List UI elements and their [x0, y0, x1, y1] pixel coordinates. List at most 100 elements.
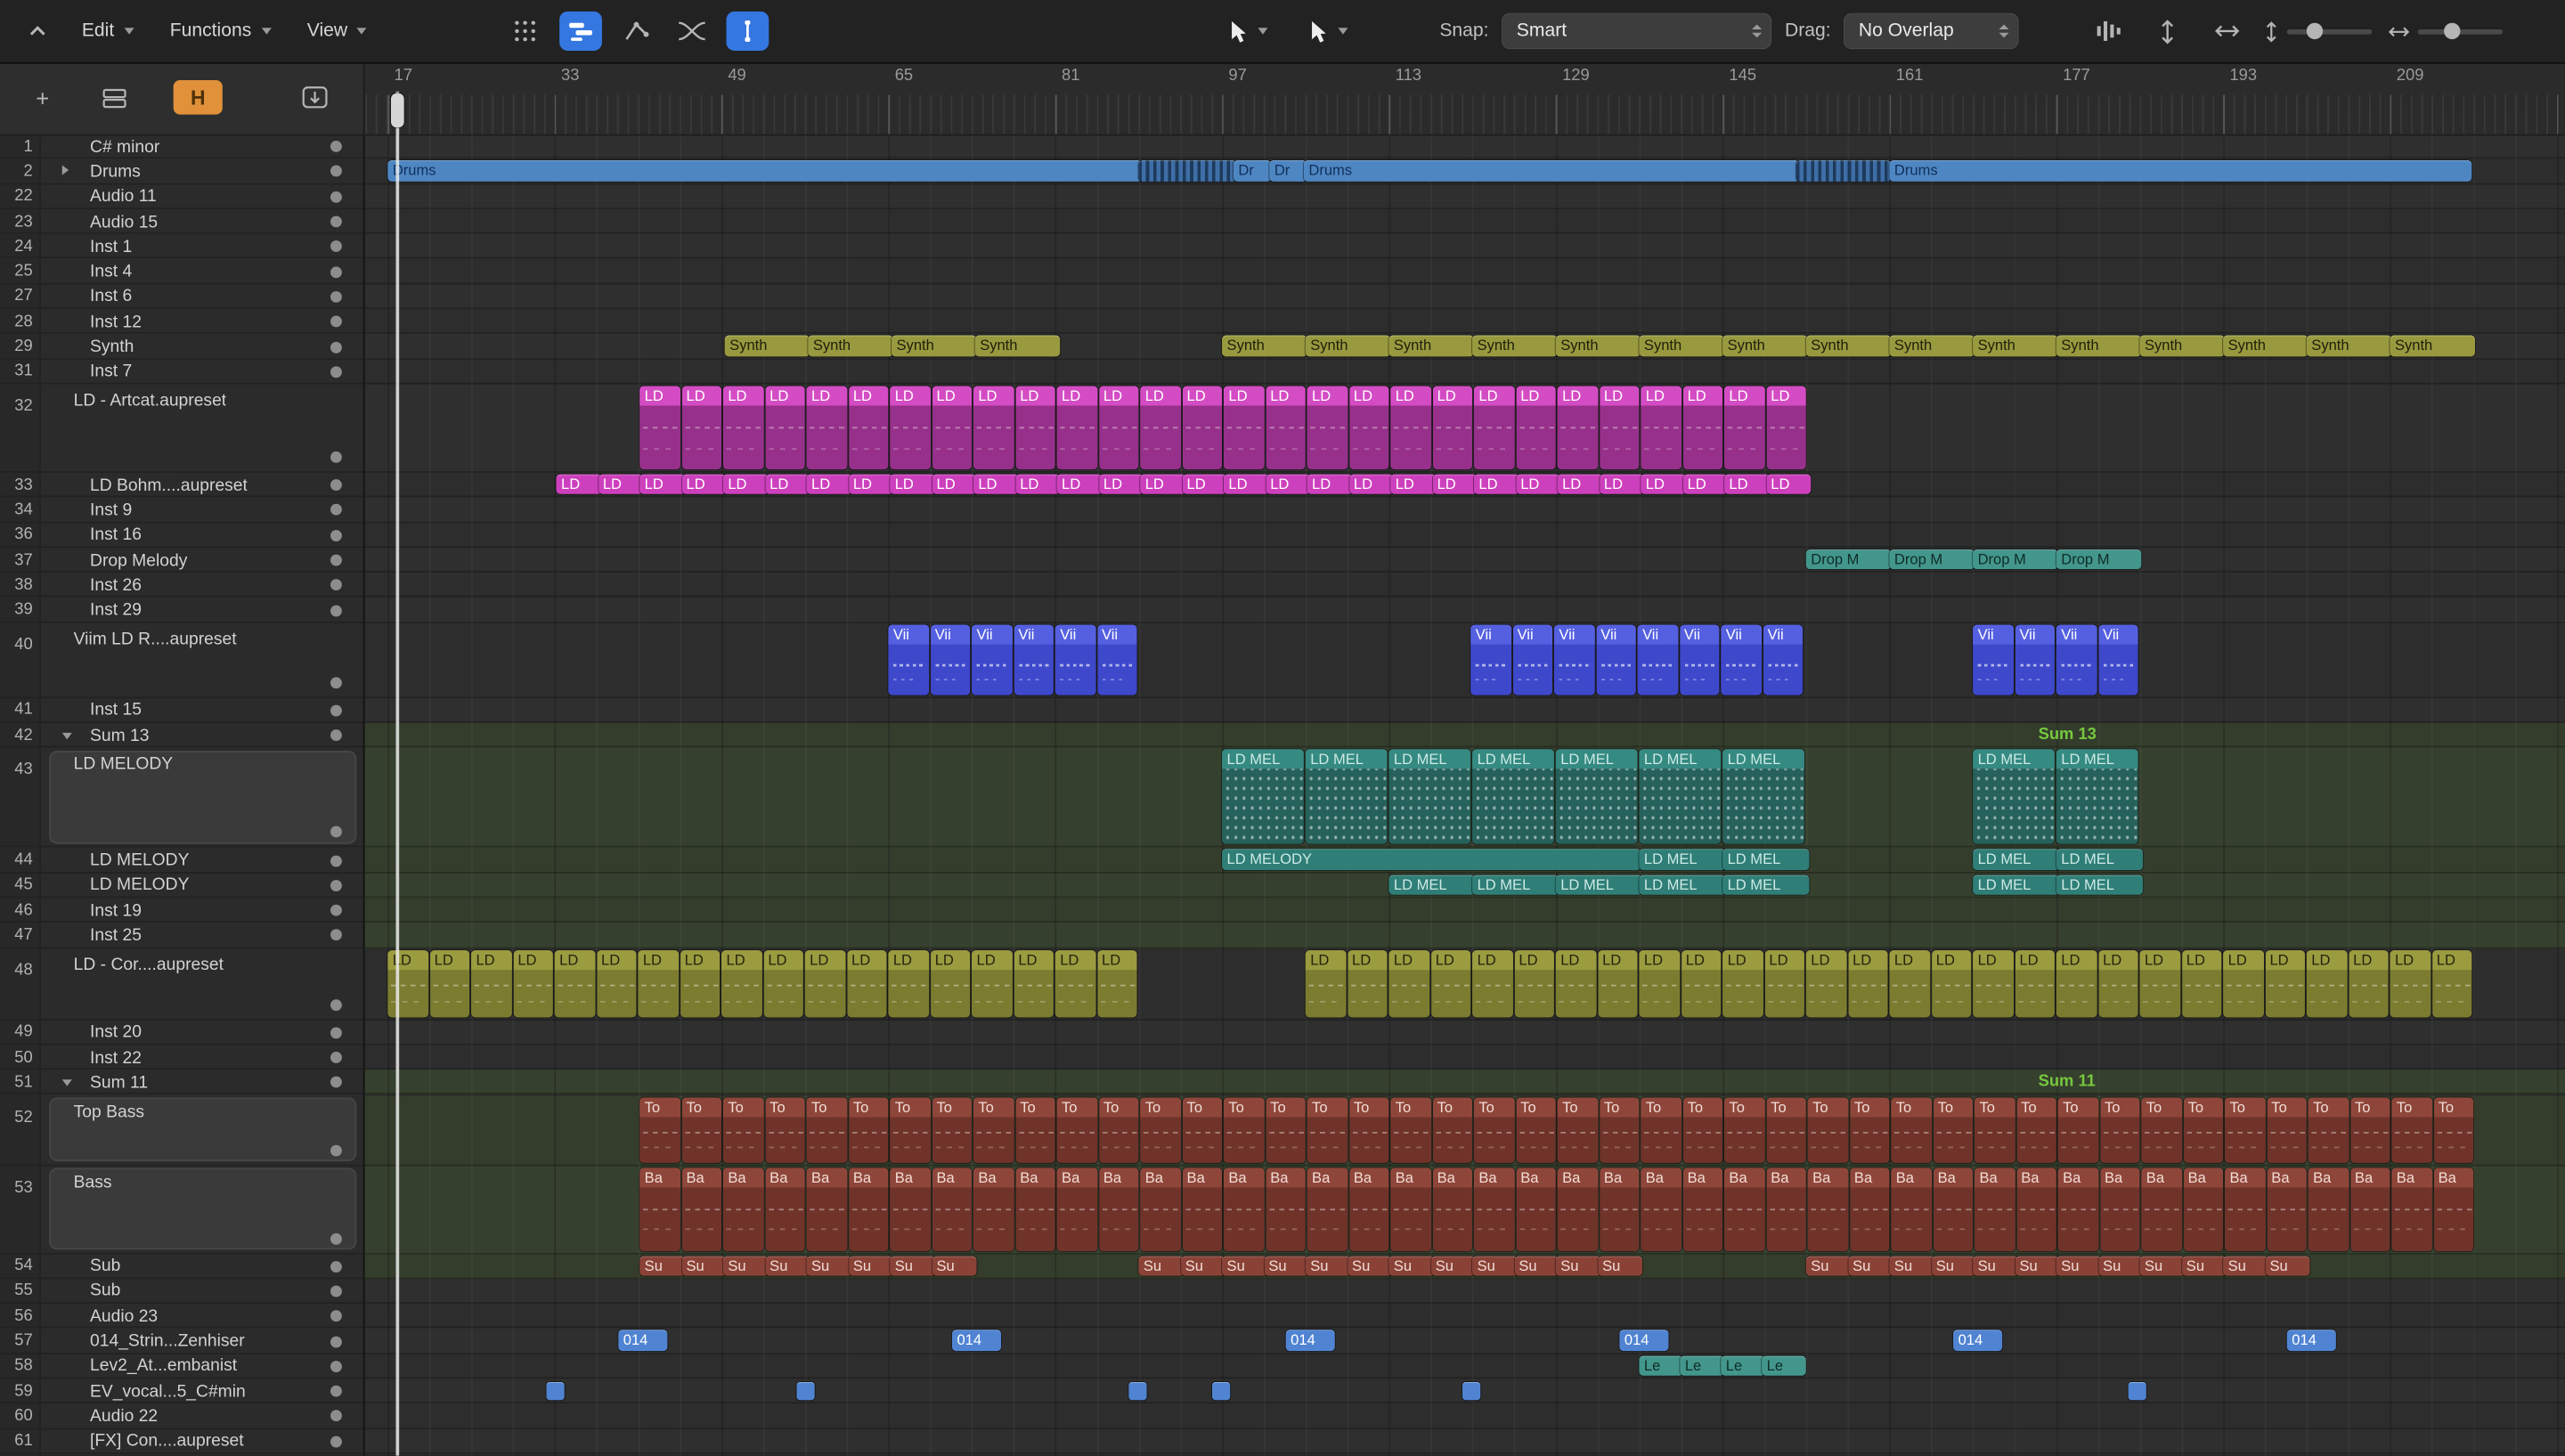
region-Su[interactable]: Su: [2223, 1255, 2268, 1276]
region-Ba[interactable]: Ba: [890, 1167, 931, 1251]
disclosure-icon[interactable]: [61, 1078, 72, 1086]
region-LD[interactable]: LD: [1597, 949, 1638, 1017]
region-To[interactable]: To: [2391, 1096, 2432, 1162]
region-LD[interactable]: LD: [1348, 386, 1389, 470]
region-Su[interactable]: Su: [2097, 1255, 2144, 1276]
region-LD[interactable]: LD: [888, 949, 929, 1017]
region-Ba[interactable]: Ba: [1140, 1167, 1181, 1251]
region-LD[interactable]: LD: [1557, 386, 1598, 470]
track-dot[interactable]: [330, 1436, 342, 1448]
region-LD MEL[interactable]: LD MEL: [1305, 749, 1387, 845]
region-Ba[interactable]: Ba: [1682, 1167, 1723, 1251]
region-LD[interactable]: LD: [848, 386, 889, 470]
region-To[interactable]: To: [1056, 1096, 1097, 1162]
region-LD[interactable]: LD: [1599, 474, 1644, 495]
region-Dr[interactable]: Dr: [1233, 160, 1272, 182]
region-Synth[interactable]: Synth: [892, 336, 977, 356]
region-Su[interactable]: Su: [1513, 1255, 1559, 1276]
region-Ba[interactable]: Ba: [1265, 1167, 1306, 1251]
region-LD[interactable]: LD: [596, 949, 637, 1017]
region-Synth[interactable]: Synth: [1222, 336, 1307, 356]
region-LD[interactable]: LD: [1054, 949, 1095, 1017]
region-Ba[interactable]: Ba: [1515, 1167, 1556, 1251]
hide-tracks-button[interactable]: H: [173, 79, 223, 115]
track-header-50[interactable]: 50 Inst 22: [0, 1045, 363, 1070]
region-LD[interactable]: LD: [1390, 474, 1436, 495]
lane-31[interactable]: [362, 359, 2565, 385]
region-LD[interactable]: LD: [1096, 949, 1137, 1017]
track-dot[interactable]: [330, 141, 342, 153]
region-Vii[interactable]: Vii: [1096, 624, 1137, 695]
region-014[interactable]: 014: [618, 1330, 668, 1351]
lane-50[interactable]: [362, 1045, 2565, 1070]
region-LD[interactable]: LD: [848, 474, 893, 495]
region-Su[interactable]: Su: [1472, 1255, 1518, 1276]
track-dot[interactable]: [330, 998, 342, 1011]
region-Vii[interactable]: Vii: [888, 624, 929, 695]
region-Su[interactable]: Su: [764, 1255, 810, 1276]
region-LD[interactable]: LD: [639, 474, 685, 495]
region-Ba[interactable]: Ba: [680, 1167, 721, 1251]
grid-view-icon[interactable]: [504, 12, 547, 51]
lane-42[interactable]: [362, 723, 2565, 749]
track-dot[interactable]: [330, 1285, 342, 1297]
region-Vii[interactable]: Vii: [1679, 624, 1720, 695]
region-Synth[interactable]: Synth: [2056, 336, 2142, 356]
region-Synth[interactable]: Synth: [1555, 336, 1641, 356]
lane-24[interactable]: [362, 233, 2565, 260]
region-Synth[interactable]: Synth: [2139, 336, 2225, 356]
region-LD[interactable]: LD: [639, 386, 680, 470]
track-header-37[interactable]: 37 Drop Melody: [0, 548, 363, 573]
region-LD[interactable]: LD: [598, 474, 643, 495]
track-dot[interactable]: [330, 1360, 342, 1372]
region-Vii[interactable]: Vii: [1637, 624, 1678, 695]
lane-1[interactable]: [362, 134, 2565, 159]
region-LD[interactable]: LD: [2056, 949, 2097, 1017]
region-Su[interactable]: Su: [1430, 1255, 1476, 1276]
region-LD MEL[interactable]: LD MEL: [2056, 749, 2138, 845]
region-Su[interactable]: Su: [639, 1255, 685, 1276]
region-LD[interactable]: LD: [1014, 474, 1061, 495]
lane-36[interactable]: [362, 523, 2565, 549]
slider-track[interactable]: [2286, 21, 2373, 39]
region-Su[interactable]: Su: [1973, 1255, 2018, 1276]
region-LD[interactable]: LD: [806, 386, 847, 470]
region-To[interactable]: To: [2224, 1096, 2265, 1162]
region-To[interactable]: To: [1723, 1096, 1764, 1162]
lane-22[interactable]: [362, 183, 2565, 209]
region-Su[interactable]: Su: [2264, 1255, 2310, 1276]
region-LD[interactable]: LD: [1473, 386, 1514, 470]
pointer-tool-select[interactable]: [1214, 12, 1281, 51]
region-LD MEL[interactable]: LD MEL: [1222, 749, 1303, 845]
region-Ba[interactable]: Ba: [1056, 1167, 1097, 1251]
region-To[interactable]: To: [1891, 1096, 1932, 1162]
region-LD[interactable]: LD: [2306, 949, 2347, 1017]
track-header-51[interactable]: 51 Sum 11: [0, 1070, 363, 1095]
region-Ba[interactable]: Ba: [1348, 1167, 1389, 1251]
lane-41[interactable]: [362, 697, 2565, 724]
region-To[interactable]: To: [2141, 1096, 2182, 1162]
region-Ba[interactable]: Ba: [2015, 1167, 2056, 1251]
region-Ba[interactable]: Ba: [1432, 1167, 1473, 1251]
region-Ba[interactable]: Ba: [1014, 1167, 1055, 1251]
region-LD[interactable]: LD: [1599, 386, 1640, 470]
regions-view-icon[interactable]: [559, 11, 602, 51]
region-Ba[interactable]: Ba: [2308, 1167, 2349, 1251]
region-To[interactable]: To: [2057, 1096, 2098, 1162]
region-LD[interactable]: LD: [512, 949, 553, 1017]
track-dot[interactable]: [330, 677, 342, 688]
region-LD[interactable]: LD: [1682, 474, 1728, 495]
playhead-handle[interactable]: [390, 93, 403, 128]
track-dot[interactable]: [330, 1310, 342, 1322]
track-header-34[interactable]: 34 Inst 9: [0, 498, 363, 523]
region-LD[interactable]: LD: [1472, 949, 1513, 1017]
region-Ba[interactable]: Ba: [1765, 1167, 1806, 1251]
region-Vii[interactable]: Vii: [1595, 624, 1636, 695]
region-To[interactable]: To: [1933, 1096, 1974, 1162]
menu-view[interactable]: View: [294, 12, 380, 51]
region-LD[interactable]: LD: [1432, 386, 1473, 470]
disclosure-icon[interactable]: [61, 165, 69, 175]
lane-27[interactable]: [362, 284, 2565, 310]
region-LD MEL[interactable]: LD MEL: [1722, 874, 1809, 895]
region-Synth[interactable]: Synth: [974, 336, 1061, 356]
